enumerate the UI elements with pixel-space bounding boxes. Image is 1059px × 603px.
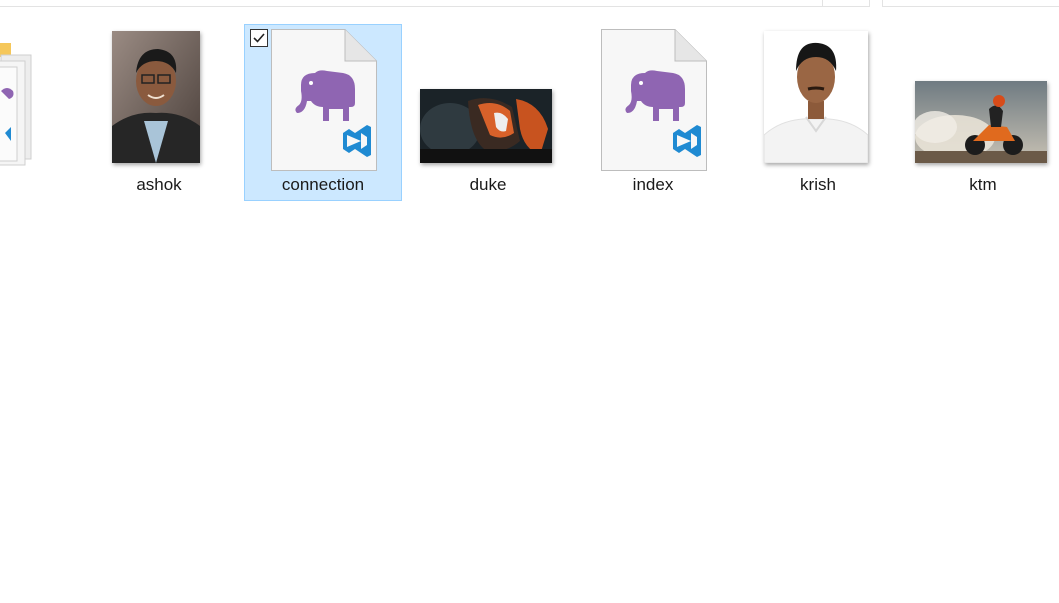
folder-icon <box>0 41 39 176</box>
toolbar-divider <box>869 0 870 7</box>
file-item-ashok[interactable]: ashok <box>80 24 238 201</box>
file-name: connection <box>281 175 365 194</box>
search-box-edge[interactable] <box>882 0 1059 7</box>
photo-thumbnail <box>420 89 552 163</box>
file-item-folder[interactable]: er <box>0 24 40 201</box>
file-item-krish[interactable]: krish <box>739 24 897 201</box>
file-name: index <box>632 175 674 194</box>
checkmark-icon <box>253 33 265 43</box>
file-item-duke[interactable]: duke <box>409 24 567 201</box>
file-name: ashok <box>136 175 182 194</box>
file-explorer-view: er ashok <box>0 0 1059 603</box>
photo-thumbnail <box>764 31 868 163</box>
file-name: duke <box>469 175 507 194</box>
php-file-icon <box>601 29 707 176</box>
file-item-ktm[interactable]: ktm <box>904 24 1059 201</box>
address-bar-edge <box>0 0 870 7</box>
photo-thumbnail <box>112 31 200 163</box>
php-file-icon <box>271 29 377 176</box>
selection-checkbox[interactable] <box>250 29 268 47</box>
file-item-connection[interactable]: connection <box>244 24 402 201</box>
file-name: krish <box>800 175 836 194</box>
file-name: ktm <box>969 175 997 194</box>
photo-thumbnail <box>915 81 1047 163</box>
toolbar-divider <box>822 0 823 7</box>
file-item-index[interactable]: index <box>574 24 732 201</box>
file-name: er <box>0 175 39 195</box>
